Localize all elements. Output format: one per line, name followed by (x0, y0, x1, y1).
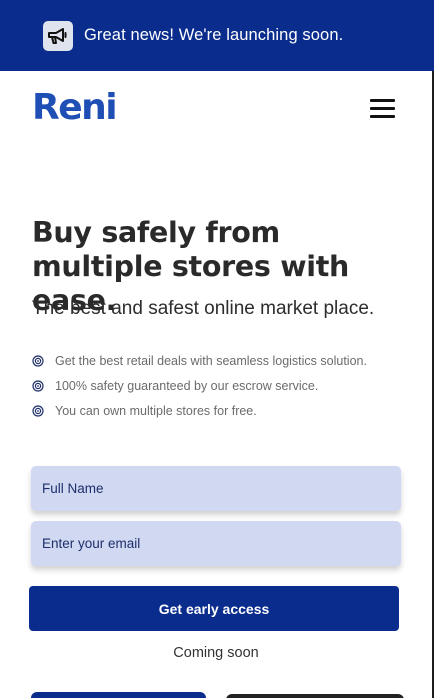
feature-item: You can own multiple stores for free. (32, 398, 367, 423)
announcement-text: Great news! We're launching soon. (84, 26, 344, 44)
feature-item: 100% safety guaranteed by our escrow ser… (32, 373, 367, 398)
feature-list: Get the best retail deals with seamless … (32, 348, 367, 423)
site-header: Reni (0, 71, 432, 151)
bottom-dark-card (226, 694, 404, 698)
megaphone-icon (43, 20, 73, 51)
feature-text: Get the best retail deals with seamless … (55, 353, 367, 368)
email-input[interactable] (31, 521, 401, 566)
target-bullet-icon (32, 379, 44, 392)
feature-text: 100% safety guaranteed by our escrow ser… (55, 378, 319, 393)
reni-logo[interactable]: Reni (32, 87, 118, 128)
get-early-access-button[interactable]: Get early access (29, 586, 399, 631)
bottom-navy-card (31, 692, 206, 698)
feature-item: Get the best retail deals with seamless … (32, 348, 367, 373)
announcement-bar: Great news! We're launching soon. (0, 0, 434, 71)
target-bullet-icon (32, 404, 44, 417)
hamburger-menu-icon[interactable] (370, 99, 395, 119)
feature-text: You can own multiple stores for free. (55, 403, 257, 418)
full-name-input[interactable] (31, 466, 401, 511)
coming-soon-note: Coming soon (173, 645, 259, 661)
target-bullet-icon (32, 354, 44, 367)
hero-subtitle: The best and safest online market place. (32, 298, 375, 319)
